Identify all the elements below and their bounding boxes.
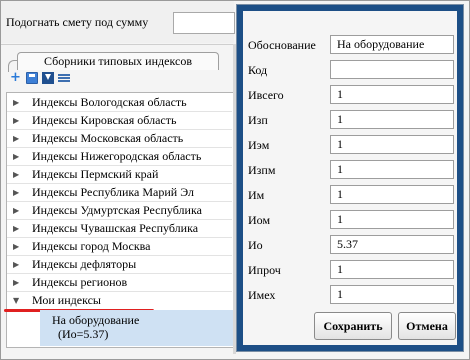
- field-label-izpm: Изпм: [248, 163, 276, 177]
- fit-sum-input[interactable]: [173, 12, 235, 34]
- field-input-io[interactable]: 5.37: [330, 235, 454, 254]
- field-input-total[interactable]: 1: [330, 85, 454, 104]
- field-label-code: Код: [248, 63, 268, 77]
- tree-item-my-indices[interactable]: ▼ Мои индексы: [7, 292, 232, 310]
- child-title: На оборудование: [52, 313, 140, 327]
- field-label-basis: Обоснование: [248, 38, 316, 52]
- field-label-iem: Иэм: [248, 138, 270, 152]
- tree-item[interactable]: ▶ Индексы Республика Марий Эл: [7, 184, 232, 202]
- expand-arrow-icon[interactable]: ▶: [13, 274, 19, 291]
- save-icon[interactable]: [26, 72, 38, 84]
- expand-arrow-icon[interactable]: ▶: [13, 238, 19, 255]
- cancel-button[interactable]: Отмена: [398, 312, 456, 340]
- expand-arrow-icon[interactable]: ▶: [13, 184, 19, 201]
- expand-arrow-icon[interactable]: ▶: [13, 112, 19, 129]
- save-button[interactable]: Сохранить: [314, 312, 392, 340]
- tree-item[interactable]: ▶ Индексы Нижегородская область: [7, 148, 232, 166]
- field-label-io: Ио: [248, 238, 263, 252]
- field-label-iom: Иом: [248, 213, 271, 227]
- field-input-iem[interactable]: 1: [330, 135, 454, 154]
- collapse-arrow-icon[interactable]: ▼: [13, 292, 19, 309]
- field-input-im[interactable]: 1: [330, 185, 454, 204]
- field-label-im: Им: [248, 188, 265, 202]
- tree-item[interactable]: ▶ Индексы дефляторы: [7, 256, 232, 274]
- field-input-izp[interactable]: 1: [330, 110, 454, 129]
- field-input-other[interactable]: 1: [330, 260, 454, 279]
- add-icon[interactable]: +: [10, 71, 22, 84]
- list-icon[interactable]: [58, 72, 70, 84]
- tree-item[interactable]: ▶ Индексы Московская область: [7, 130, 232, 148]
- field-input-basis[interactable]: На оборудование: [330, 35, 454, 54]
- download-icon[interactable]: [42, 72, 54, 84]
- field-input-code[interactable]: [330, 60, 454, 79]
- tree-item[interactable]: ▶ Индексы регионов: [7, 274, 232, 292]
- field-label-total: Ивсего: [248, 88, 284, 102]
- fit-sum-label: Подогнать смету под сумму: [6, 15, 149, 29]
- expand-arrow-icon[interactable]: ▶: [13, 130, 19, 147]
- field-label-mech: Имех: [248, 288, 276, 302]
- tree-item[interactable]: ▶ Индексы Вологодская область: [7, 94, 232, 112]
- tree-item[interactable]: ▶ Индексы Чувашская Республика: [7, 220, 232, 238]
- expand-arrow-icon[interactable]: ▶: [13, 148, 19, 165]
- fit-toolbar: Подогнать смету под сумму: [1, 1, 235, 43]
- tree-toolbar: +: [10, 71, 70, 88]
- field-label-izp: Изп: [248, 113, 268, 127]
- tree-item[interactable]: ▶ Индексы Кировская область: [7, 112, 232, 130]
- field-label-other: Ипроч: [248, 263, 281, 277]
- tab-index-collections[interactable]: Сборники типовых индексов: [17, 52, 219, 70]
- expand-arrow-icon[interactable]: ▶: [13, 220, 19, 237]
- expand-arrow-icon[interactable]: ▶: [13, 202, 19, 219]
- expand-arrow-icon[interactable]: ▶: [13, 256, 19, 273]
- expand-arrow-icon[interactable]: ▶: [13, 166, 19, 183]
- tree-item[interactable]: ▶ Индексы город Москва: [7, 238, 232, 256]
- field-input-izpm[interactable]: 1: [330, 160, 454, 179]
- expand-arrow-icon[interactable]: ▶: [13, 94, 19, 111]
- child-value: (Ио=5.37): [58, 327, 109, 341]
- field-input-iom[interactable]: 1: [330, 210, 454, 229]
- field-input-mech[interactable]: 1: [330, 285, 454, 304]
- divider: [1, 44, 234, 45]
- tree-child-equipment[interactable]: На оборудование (Ио=5.37): [40, 310, 233, 346]
- tree-item[interactable]: ▶ Индексы Пермский край: [7, 166, 232, 184]
- tree-item[interactable]: ▶ Индексы Удмуртская Республика: [7, 202, 232, 220]
